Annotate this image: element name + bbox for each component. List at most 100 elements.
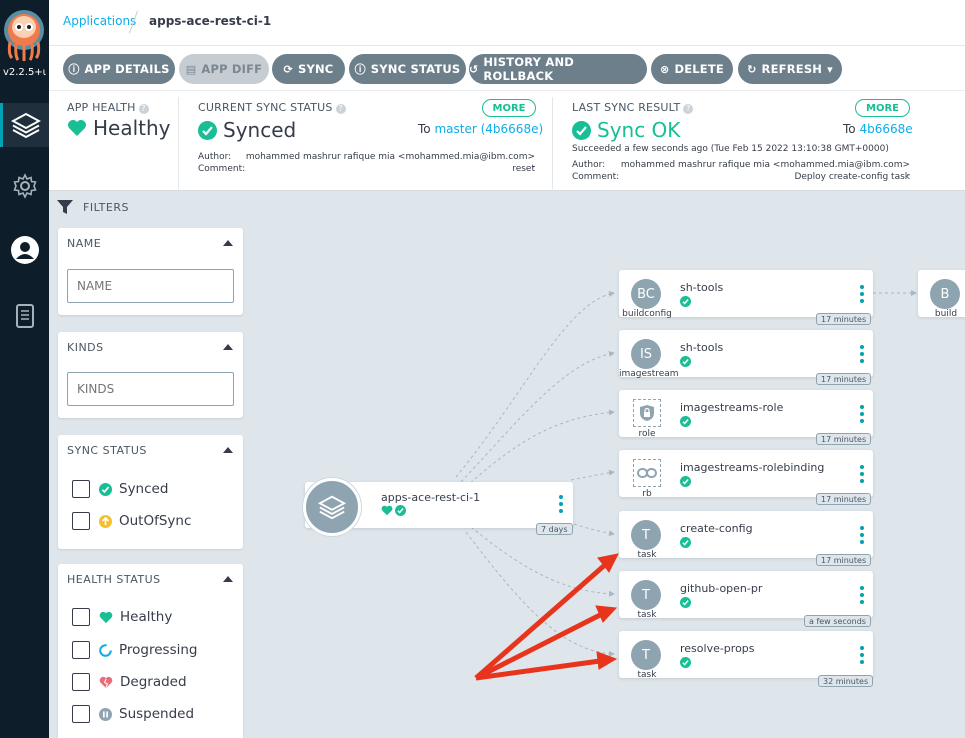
filter-option-degraded[interactable]: Degraded: [72, 673, 187, 691]
sync-status-button[interactable]: ⓘ SYNC STATUS: [349, 54, 466, 84]
breadcrumb-applications[interactable]: Applications: [63, 14, 136, 28]
app-root-menu[interactable]: [559, 495, 563, 513]
name-filter-input[interactable]: [67, 269, 234, 303]
build-node[interactable]: B build: [918, 270, 965, 319]
toolbar: ⓘ APP DETAILS ▤ APP DIFF ⟳ SYNC ⓘ SYNC STATU…: [49, 46, 965, 90]
checkbox[interactable]: [72, 673, 90, 691]
sync-comment-label: Comment:: [198, 164, 246, 174]
resource-node[interactable]: T task resolve-props: [619, 631, 873, 680]
node-kind: task: [637, 610, 657, 620]
health-text: Healthy: [93, 116, 171, 140]
node-kind: task: [637, 670, 657, 680]
breadcrumb: Applications apps-ace-rest-ci-1: [49, 0, 965, 46]
heart-icon: [99, 611, 113, 623]
check-circle-icon: [680, 537, 691, 548]
lock-icon: [633, 399, 661, 427]
history-rollback-button[interactable]: ↺ HISTORY AND ROLLBACK: [469, 54, 647, 84]
edge: [573, 523, 615, 537]
checkbox[interactable]: [72, 641, 90, 659]
resource-node[interactable]: BC buildconfig sh-tools: [619, 270, 873, 319]
caret-up-icon[interactable]: [223, 576, 233, 582]
last-sync-more-button[interactable]: MORE: [855, 99, 910, 117]
resource-node[interactable]: rb imagestreams-rolebinding: [619, 450, 873, 499]
edge: [460, 350, 615, 483]
filters-panel: FILTERS NAME KINDS SYNC STATUS Synced Ou…: [49, 192, 266, 738]
check-circle-icon: [680, 296, 691, 307]
resource-node[interactable]: IS imagestream sh-tools: [619, 330, 873, 379]
node-name: resolve-props: [680, 642, 755, 655]
checkbox[interactable]: [72, 480, 90, 498]
node-menu[interactable]: [860, 465, 864, 483]
node-kind: imagestream: [619, 369, 679, 379]
argo-logo[interactable]: [2, 6, 46, 62]
delete-button[interactable]: ⊗ DELETE: [651, 54, 733, 84]
node-name: imagestreams-role: [680, 401, 784, 414]
sync-more-button[interactable]: MORE: [482, 99, 536, 117]
last-sync-value: Sync OK: [572, 118, 680, 142]
filter-option-suspended[interactable]: Suspended: [72, 705, 194, 723]
refresh-icon: ↻: [747, 62, 757, 76]
app-diff-button[interactable]: ▤ APP DIFF: [179, 54, 269, 84]
caret-up-icon[interactable]: [223, 240, 233, 246]
edge: [465, 531, 615, 657]
nav-applications[interactable]: [0, 103, 49, 147]
app-details-button[interactable]: ⓘ APP DETAILS: [63, 54, 175, 84]
checkbox[interactable]: [72, 608, 90, 626]
node-menu[interactable]: [860, 646, 864, 664]
node-name: github-open-pr: [680, 582, 763, 595]
node-kind: build: [934, 309, 958, 319]
node-status: [680, 296, 691, 307]
kinds-filter: KINDS: [58, 332, 243, 418]
filter-option-outofsync[interactable]: OutOfSync: [72, 512, 191, 530]
arrow-up-circle-icon: [99, 514, 112, 528]
node-menu[interactable]: [860, 586, 864, 604]
caret-up-icon[interactable]: [223, 344, 233, 350]
app-root-name: apps-ace-rest-ci-1: [381, 491, 481, 504]
check-circle-icon: [680, 356, 691, 367]
heart-icon: [68, 120, 86, 136]
refresh-button[interactable]: ↻ REFRESH ▾: [738, 54, 842, 84]
node-age: a few seconds: [804, 615, 871, 627]
user-icon: [10, 236, 39, 264]
filter-option-synced[interactable]: Synced: [72, 480, 168, 498]
node-kind: role: [638, 429, 656, 439]
last-revision-link[interactable]: 4b6668e: [859, 122, 912, 136]
help-icon[interactable]: ?: [683, 104, 694, 114]
node-menu[interactable]: [860, 285, 864, 303]
sync-author-label: Author:: [198, 152, 232, 162]
sync-status-label: SYNC STATUS: [370, 62, 461, 76]
sync-button[interactable]: ⟳ SYNC: [272, 54, 345, 84]
option-label: Synced: [119, 481, 169, 497]
resource-node[interactable]: role imagestreams-role: [619, 390, 873, 439]
node-kind: rb: [642, 489, 652, 499]
help-icon[interactable]: ?: [138, 104, 149, 114]
resource-node[interactable]: T task github-open-pr: [619, 571, 873, 620]
checkbox[interactable]: [72, 512, 90, 530]
health-filter-heading: HEALTH STATUS: [67, 573, 161, 586]
name-filter-heading: NAME: [67, 237, 102, 250]
resource-node[interactable]: T task create-config: [619, 511, 873, 560]
help-icon[interactable]: ?: [335, 104, 346, 114]
nav-user[interactable]: [0, 228, 49, 272]
app-root-age: 7 days: [536, 523, 573, 535]
checkbox[interactable]: [72, 705, 90, 723]
last-comment: Deploy create-config task: [794, 172, 910, 182]
node-menu[interactable]: [860, 405, 864, 423]
filter-option-progressing[interactable]: Progressing: [72, 641, 198, 659]
nav-settings[interactable]: [0, 164, 49, 208]
filter-option-healthy[interactable]: Healthy: [72, 608, 172, 626]
option-label: Progressing: [119, 642, 198, 658]
node-age: 17 minutes: [816, 373, 872, 385]
sync-revision-link[interactable]: master (4b6668e): [434, 122, 543, 136]
caret-up-icon[interactable]: [223, 447, 233, 453]
sync-to-prefix: To: [418, 122, 431, 136]
sync-status-value: Synced: [198, 118, 296, 142]
check-circle-icon: [680, 476, 691, 487]
node-age: 17 minutes: [816, 493, 872, 505]
kinds-filter-input[interactable]: [67, 372, 234, 406]
nav-docs[interactable]: [0, 294, 49, 338]
last-sync-heading: LAST SYNC RESULT?: [572, 101, 694, 114]
node-menu[interactable]: [860, 526, 864, 544]
app-root-node[interactable]: apps-ace-rest-ci-1: [303, 478, 573, 536]
node-menu[interactable]: [860, 345, 864, 363]
